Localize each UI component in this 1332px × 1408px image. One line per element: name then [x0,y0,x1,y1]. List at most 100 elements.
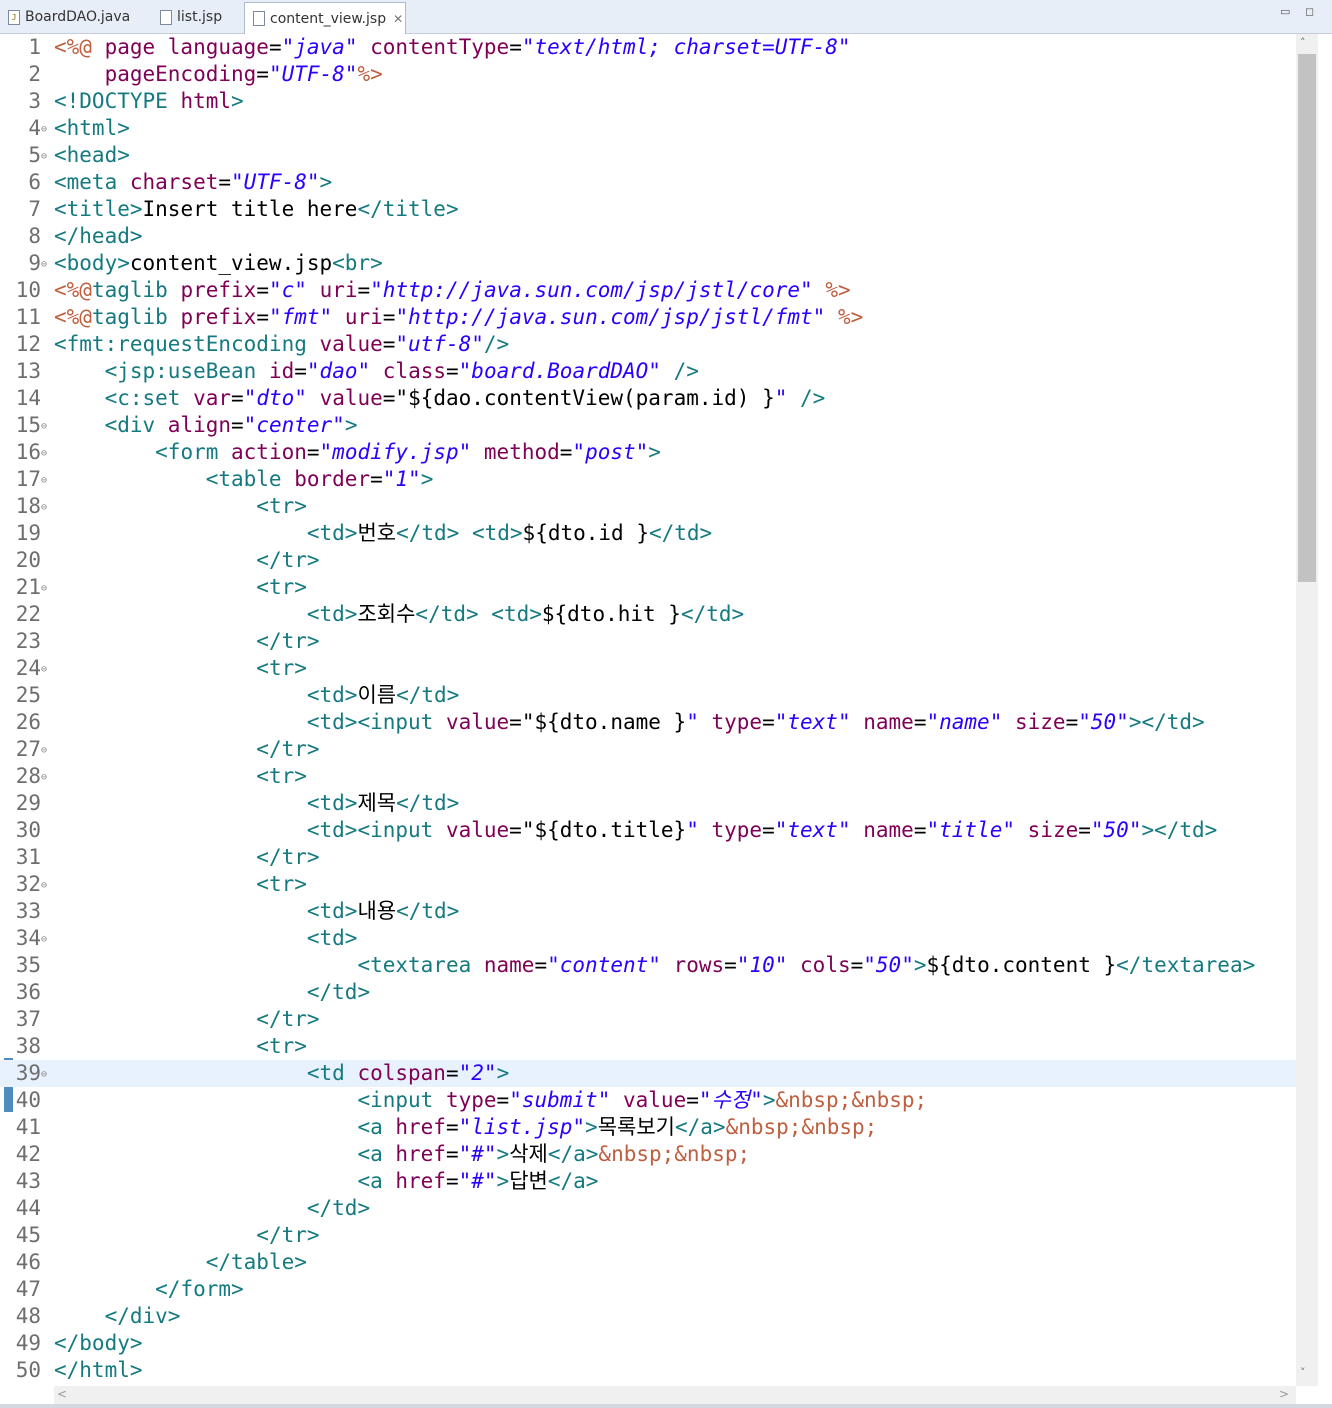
code-line[interactable]: 7 <title>Insert title here</title> [0,196,1296,223]
code-line[interactable]: 24 ⊖ <tr> [0,655,1296,682]
close-icon[interactable]: ✕ [393,12,403,26]
code-token: = [445,1061,459,1085]
code-line[interactable]: 35 <textarea name="content" rows="10" co… [0,952,1296,979]
code-line[interactable]: 44 </td> [0,1195,1296,1222]
code-line[interactable]: 11 <%@taglib prefix="fmt" uri="http://jav… [0,304,1296,331]
tab-content-view-jsp[interactable]: content_view.jsp ✕ [244,2,406,34]
vertical-scrollbar[interactable]: ˄ ˅ [1296,34,1318,1386]
line-number: 1 [28,35,41,59]
tab-list-jsp[interactable]: list.jsp [152,3,242,31]
code-line[interactable]: 25 <td>이름</td> [0,682,1296,709]
fold-toggle-icon[interactable]: ⊖ [41,494,47,521]
scroll-up-arrow-icon[interactable]: ˄ [1300,36,1306,49]
code-line[interactable]: 1 <%@ page language="java" contentType="t… [0,34,1296,61]
fold-toggle-icon[interactable]: ⊖ [41,413,47,440]
code-line[interactable]: 2 pageEncoding="UTF-8"%> [0,61,1296,88]
code-line[interactable]: 31 </tr> [0,844,1296,871]
code-line[interactable]: 49 </body> [0,1330,1296,1357]
scrollbar-thumb[interactable] [1298,54,1316,582]
fold-toggle-icon[interactable]: ⊖ [41,251,47,278]
code-line[interactable]: 21 ⊖ <tr> [0,574,1296,601]
code-token: = [382,305,396,329]
scroll-down-arrow-icon[interactable]: ˅ [1300,1366,1306,1379]
fold-toggle-icon[interactable]: ⊖ [41,116,47,143]
code-token: "http://java.sun.com/jsp/jstl/fmt" [395,305,826,329]
code-line[interactable]: 12 <fmt:requestEncoding value="utf-8"/> [0,331,1296,358]
code-line[interactable]: 40 <input type="submit" value="수정">&nbsp… [0,1087,1296,1114]
code-line[interactable]: 27 ⊖ </tr> [0,736,1296,763]
code-line[interactable]: 32 ⊖ <tr> [0,871,1296,898]
code-line[interactable]: 8 </head> [0,223,1296,250]
code-token: value [445,818,510,842]
code-line[interactable]: 46 </table> [0,1249,1296,1276]
code-line[interactable]: 15 ⊖ <div align="center"> [0,412,1296,439]
code-text: <title>Insert title here</title> [54,196,459,223]
fold-toggle-icon[interactable]: ⊖ [41,575,47,602]
code-token: href [395,1169,446,1193]
code-line[interactable]: 37 </tr> [0,1006,1296,1033]
code-line[interactable]: 33 <td>내용</td> [0,898,1296,925]
code-token: &nbsp;&nbsp; [775,1088,928,1112]
code-line[interactable]: 9 ⊖ <body>content_view.jsp<br> [0,250,1296,277]
code-line[interactable]: 5 ⊖ <head> [0,142,1296,169]
code-line[interactable]: 34 ⊖ <td> [0,925,1296,952]
minimize-icon[interactable]: ▭ [1280,5,1290,18]
code-line[interactable]: 16 ⊖ <form action="modify.jsp" method="po… [0,439,1296,466]
fold-toggle-icon[interactable]: ⊖ [41,467,47,494]
fold-toggle-icon[interactable]: ⊖ [41,143,47,170]
scroll-left-arrow-icon[interactable]: < [57,1387,67,1401]
code-line[interactable]: 30 <td><input value="${dto.title}" type=… [0,817,1296,844]
fold-toggle-icon[interactable]: ⊖ [41,1061,47,1088]
code-line[interactable]: 18 ⊖ <tr> [0,493,1296,520]
code-line[interactable]: 50 </html> [0,1357,1296,1384]
code-line[interactable]: 42 <a href="#">삭제</a>&nbsp;&nbsp; [0,1141,1296,1168]
scroll-right-arrow-icon[interactable]: > [1279,1387,1289,1401]
code-token: </td> [396,791,460,815]
code-line[interactable]: 29 <td>제목</td> [0,790,1296,817]
code-line[interactable]: 4 ⊖ <html> [0,115,1296,142]
code-line[interactable]: 39 ⊖ <td colspan="2"> [0,1060,1296,1087]
code-line[interactable]: 28 ⊖ <tr> [0,763,1296,790]
code-line[interactable]: 23 </tr> [0,628,1296,655]
line-number: 11 [15,305,41,329]
jsp-file-icon [253,11,265,26]
code-line[interactable]: 48 </div> [0,1303,1296,1330]
code-token: "java" [281,35,358,59]
maximize-icon[interactable]: ◻ [1305,5,1314,18]
code-line[interactable]: 19 <td>번호</td> <td>${dto.id }</td> [0,520,1296,547]
code-token: <table [205,467,295,491]
code-line[interactable]: 17 ⊖ <table border="1"> [0,466,1296,493]
code-line[interactable]: 45 </tr> [0,1222,1296,1249]
code-line[interactable]: 13 <jsp:useBean id="dao" class="board.Bo… [0,358,1296,385]
code-token: = [231,386,244,410]
fold-toggle-icon[interactable]: ⊖ [41,440,47,467]
fold-toggle-icon[interactable]: ⊖ [41,656,47,683]
fold-toggle-icon[interactable]: ⊖ [41,872,47,899]
code-line[interactable]: 3 <!DOCTYPE html> [0,88,1296,115]
fold-toggle-icon[interactable]: ⊖ [41,926,47,953]
code-line[interactable]: 26 <td><input value="${dto.name }" type=… [0,709,1296,736]
code-line[interactable]: 10 <%@taglib prefix="c" uri="http://java.… [0,277,1296,304]
code-text: <td>제목</td> [54,790,459,817]
code-line[interactable]: 20 </tr> [0,547,1296,574]
code-line[interactable]: 14 <c:set var="dto" value="${dao.content… [0,385,1296,412]
code-line[interactable]: 38 <tr> [0,1033,1296,1060]
code-editor[interactable]: 1 <%@ page language="java" contentType="t… [0,34,1296,1386]
code-line[interactable]: 22 <td>조회수</td> <td>${dto.hit }</td> [0,601,1296,628]
code-text: <td><input value="${dto.title}" type="te… [54,817,1217,844]
fold-toggle-icon[interactable]: ⊖ [41,737,47,764]
code-token: ${dto.id } [522,521,649,545]
tab-boarddao-java[interactable]: J BoardDAO.java [0,3,150,31]
code-line[interactable]: 43 <a href="#">답변</a> [0,1168,1296,1195]
fold-toggle-icon[interactable]: ⊖ [41,764,47,791]
horizontal-scrollbar[interactable]: < > [54,1386,1296,1404]
code-line[interactable]: 41 <a href="list.jsp">목록보기</a>&nbsp;&nbs… [0,1114,1296,1141]
code-line[interactable]: 6 <meta charset="UTF-8"> [0,169,1296,196]
code-line[interactable]: 47 </form> [0,1276,1296,1303]
code-text: <form action="modify.jsp" method="post"> [54,439,661,466]
code-token: name [863,710,914,734]
code-line[interactable]: 36 </td> [0,979,1296,1006]
